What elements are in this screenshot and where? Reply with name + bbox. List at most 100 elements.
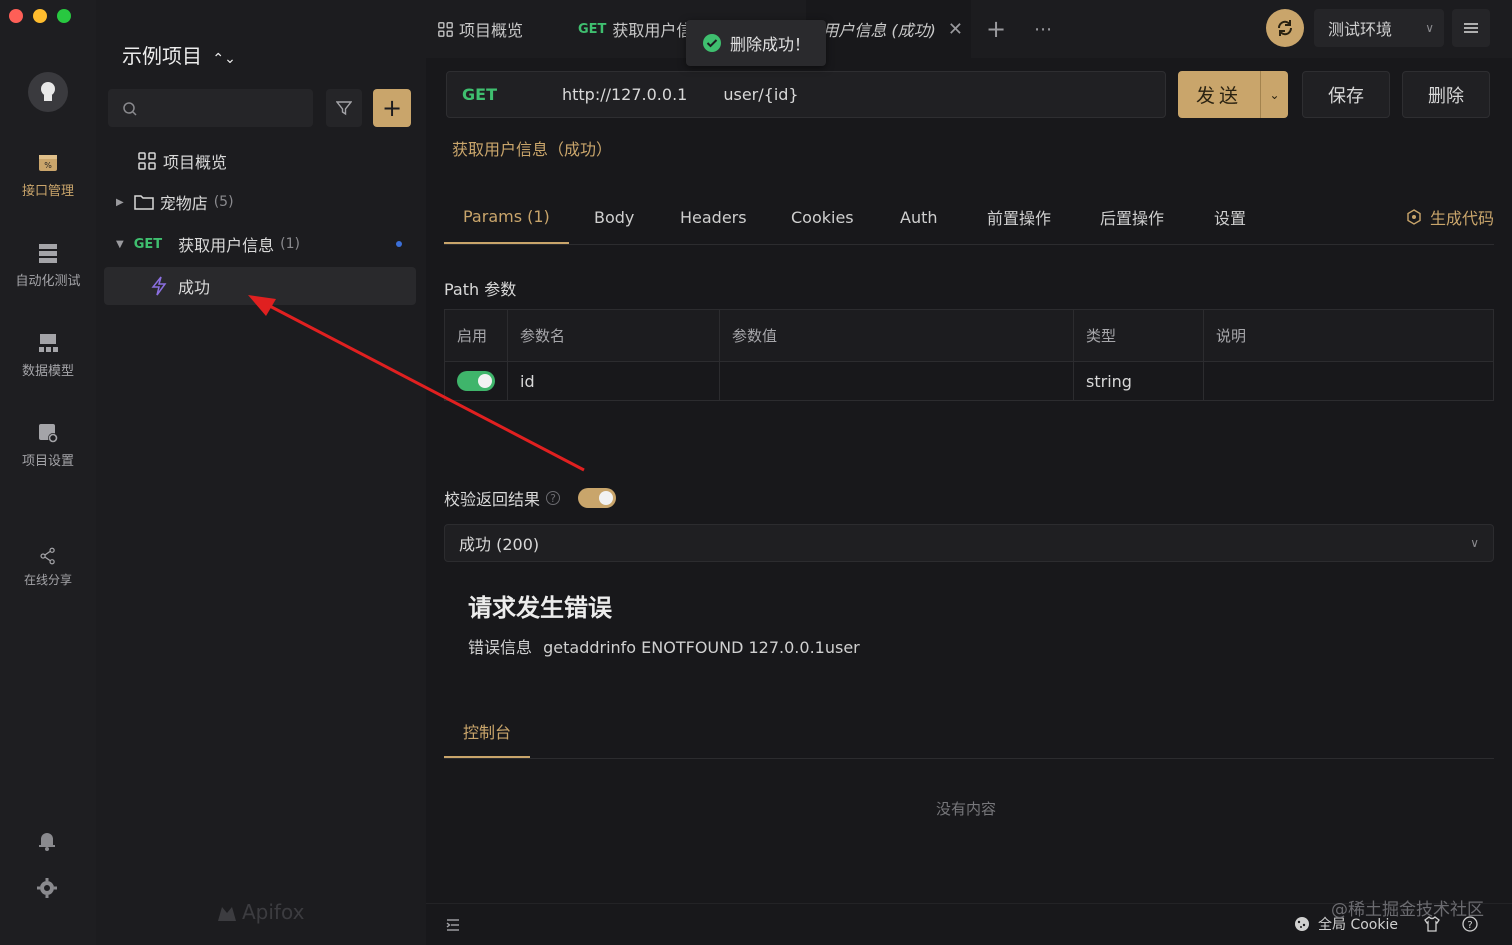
column-header: 参数值 bbox=[719, 309, 1074, 362]
search-input[interactable] bbox=[108, 89, 313, 127]
notification-bell-icon[interactable] bbox=[36, 829, 58, 851]
settings-gear-icon[interactable] bbox=[36, 877, 58, 899]
tab-overview[interactable]: 项目概览 bbox=[436, 0, 566, 58]
svg-text:%: % bbox=[44, 161, 52, 170]
tree-item-label: 宠物店 bbox=[159, 194, 208, 213]
tree-item-label: 成功 bbox=[178, 278, 211, 297]
tab-get-user[interactable]: GET 获取用户信 bbox=[576, 0, 691, 58]
url-path: user/{id} bbox=[723, 85, 799, 104]
apifox-logo-text: Apifox bbox=[242, 900, 305, 924]
main-panel: 项目概览 GET 获取用户信 用户信息 (成功) ✕ + ⋯ 测试环境 ∨ 删除… bbox=[426, 0, 1512, 945]
subtab-cookies[interactable]: Cookies bbox=[772, 190, 873, 244]
delete-label: 删除 bbox=[1428, 85, 1464, 107]
tab-console[interactable]: 控制台 bbox=[444, 706, 531, 758]
selected-response: 成功 (200) bbox=[459, 535, 540, 554]
tree-item-overview[interactable]: 项目概览 bbox=[104, 142, 416, 180]
sync-icon bbox=[1277, 20, 1293, 36]
enable-cell bbox=[444, 361, 508, 401]
caret-down-icon: ▼ bbox=[116, 238, 124, 250]
menu-button[interactable] bbox=[1452, 9, 1490, 47]
table-header-row: 启用 参数名 参数值 类型 说明 bbox=[444, 309, 1494, 362]
path-params-label: Path 参数 bbox=[444, 280, 517, 299]
window-zoom-button[interactable] bbox=[57, 9, 71, 23]
rail-item-automation-test[interactable]: 自动化测试 bbox=[0, 242, 96, 289]
send-label: 发送 bbox=[1195, 85, 1242, 107]
rail-item-label: 项目设置 bbox=[21, 454, 74, 469]
unsaved-dot bbox=[396, 241, 402, 247]
param-enable-toggle[interactable] bbox=[457, 371, 495, 392]
subtab-params[interactable]: Params (1) bbox=[444, 190, 569, 244]
response-status-select[interactable]: 成功 (200) ∨ bbox=[444, 524, 1494, 562]
chevron-down-icon: ∨ bbox=[1425, 21, 1434, 35]
tree-item-label: 获取用户信息 bbox=[178, 236, 275, 255]
lightning-icon bbox=[151, 276, 167, 296]
environment-select[interactable]: 测试环境 ∨ bbox=[1314, 9, 1444, 47]
subtab-body[interactable]: Body bbox=[575, 190, 653, 244]
tree-api-get-user[interactable]: ▼ GET 获取用户信息 (1) bbox=[104, 225, 416, 263]
column-header: 类型 bbox=[1073, 309, 1204, 362]
param-name-cell[interactable]: id bbox=[507, 361, 720, 401]
rail-item-project-settings[interactable]: 项目设置 bbox=[0, 422, 96, 469]
save-button[interactable]: 保存 bbox=[1302, 71, 1390, 118]
help-icon[interactable]: ? bbox=[546, 491, 561, 505]
more-tabs-button[interactable]: ⋯ bbox=[1034, 0, 1056, 58]
subtab-settings[interactable]: 设置 bbox=[1195, 190, 1265, 244]
tab-get-user-success[interactable]: 用户信息 (成功) ✕ bbox=[806, 0, 971, 58]
rail-item-share[interactable]: 在线分享 bbox=[0, 547, 96, 588]
method-badge: GET bbox=[578, 21, 607, 37]
tab-label: 项目概览 bbox=[459, 21, 524, 40]
cookie-icon bbox=[1295, 917, 1309, 931]
url-bar: GET http://127.0.0.1 user/{id} bbox=[446, 71, 1166, 118]
subtab-auth[interactable]: Auth bbox=[881, 190, 957, 244]
rail-item-label: 自动化测试 bbox=[15, 274, 81, 289]
param-desc-cell[interactable] bbox=[1203, 361, 1494, 401]
subtab-post-processors[interactable]: 后置操作 bbox=[1081, 190, 1183, 244]
error-message: 错误信息 getaddrinfo ENOTFOUND 127.0.0.1user bbox=[468, 634, 860, 658]
send-button[interactable]: 发送 ⌄ bbox=[1178, 71, 1288, 118]
save-label: 保存 bbox=[1328, 85, 1364, 107]
column-header: 启用 bbox=[444, 309, 508, 362]
tree-folder-petstore[interactable]: ▶ 宠物店 (5) bbox=[104, 183, 416, 221]
new-tab-button[interactable]: + bbox=[986, 0, 1008, 58]
method-select[interactable]: GET bbox=[447, 85, 512, 104]
delete-button[interactable]: 删除 bbox=[1402, 71, 1490, 118]
tab-label: 获取用户信 bbox=[612, 21, 691, 40]
rail-item-data-model[interactable]: 数据模型 bbox=[0, 332, 96, 379]
tree-case-success[interactable]: 成功 bbox=[104, 267, 416, 305]
subtab-headers[interactable]: Headers bbox=[661, 190, 766, 244]
add-button[interactable]: + bbox=[373, 89, 411, 127]
success-check-icon bbox=[702, 34, 721, 52]
rail-item-api-management[interactable]: % 接口管理 bbox=[0, 152, 96, 199]
filter-button[interactable] bbox=[326, 89, 362, 127]
column-header: 说明 bbox=[1203, 309, 1494, 362]
validate-response-toggle[interactable] bbox=[578, 488, 617, 508]
validate-response-label: 校验返回结果 bbox=[444, 490, 541, 509]
api-name-title[interactable]: 获取用户信息（成功） bbox=[452, 136, 612, 160]
window-minimize-button[interactable] bbox=[33, 9, 47, 23]
param-type-cell[interactable]: string bbox=[1073, 361, 1204, 401]
close-icon[interactable]: ✕ bbox=[948, 19, 963, 40]
subtab-pre-processors[interactable]: 前置操作 bbox=[968, 190, 1070, 244]
url-input[interactable]: http://127.0.0.1 user/{id} bbox=[512, 85, 799, 104]
api-management-icon: % bbox=[39, 155, 57, 171]
tab-bar: 项目概览 GET 获取用户信 用户信息 (成功) ✕ + ⋯ 测试环境 ∨ bbox=[426, 0, 1512, 58]
generate-code-button[interactable]: 生成代码 bbox=[1406, 190, 1494, 244]
tree-item-label: 项目概览 bbox=[163, 153, 228, 172]
project-title[interactable]: 示例项目 ⌃⌄ bbox=[122, 40, 236, 69]
param-value-cell[interactable] bbox=[719, 361, 1074, 401]
window-close-button[interactable] bbox=[9, 9, 23, 23]
env-sync-button[interactable] bbox=[1266, 9, 1304, 47]
toast-message: 删除成功！ bbox=[729, 35, 810, 54]
table-row: id string bbox=[444, 361, 1494, 401]
error-title: 请求发生错误 bbox=[468, 594, 612, 622]
collapse-panel-icon[interactable] bbox=[446, 918, 460, 932]
empty-state-text: 没有内容 bbox=[936, 800, 997, 818]
api-tree-panel: 示例项目 ⌃⌄ + 项目概览 ▶ 宠物店 (5) ▼ GET 获取用户信息 (1… bbox=[96, 0, 426, 945]
method-badge: GET bbox=[133, 236, 163, 252]
user-avatar-icon bbox=[41, 82, 55, 101]
share-icon bbox=[40, 547, 55, 565]
avatar[interactable] bbox=[28, 72, 68, 112]
send-options-dropdown[interactable]: ⌄ bbox=[1260, 71, 1288, 118]
grid-icon bbox=[438, 21, 453, 37]
toggle-knob bbox=[599, 491, 614, 505]
